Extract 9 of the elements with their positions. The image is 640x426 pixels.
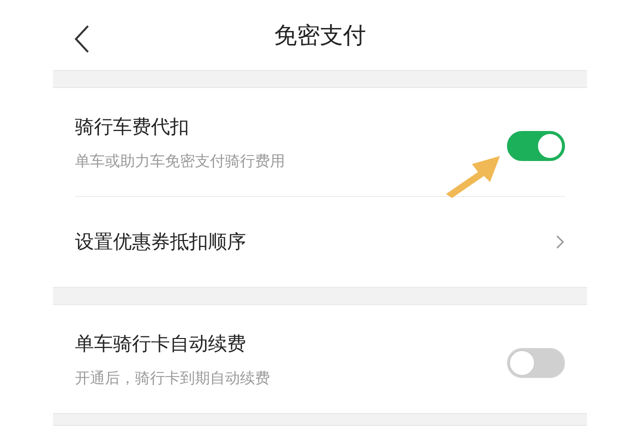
setting-description: 单车或助力车免密支付骑行费用 — [75, 152, 285, 170]
setting-title: 骑行车费代扣 — [75, 114, 190, 140]
chevron-icon — [555, 234, 565, 250]
toggle-switch[interactable] — [507, 131, 565, 161]
toggle-switch[interactable] — [507, 348, 565, 378]
back-icon[interactable] — [73, 24, 91, 54]
setting-description: 开通后，骑行卡到期自动续费 — [75, 368, 270, 388]
setting-title: 单车骑行卡自动续费 — [75, 332, 247, 356]
page-title: 免密支付 — [274, 22, 366, 50]
